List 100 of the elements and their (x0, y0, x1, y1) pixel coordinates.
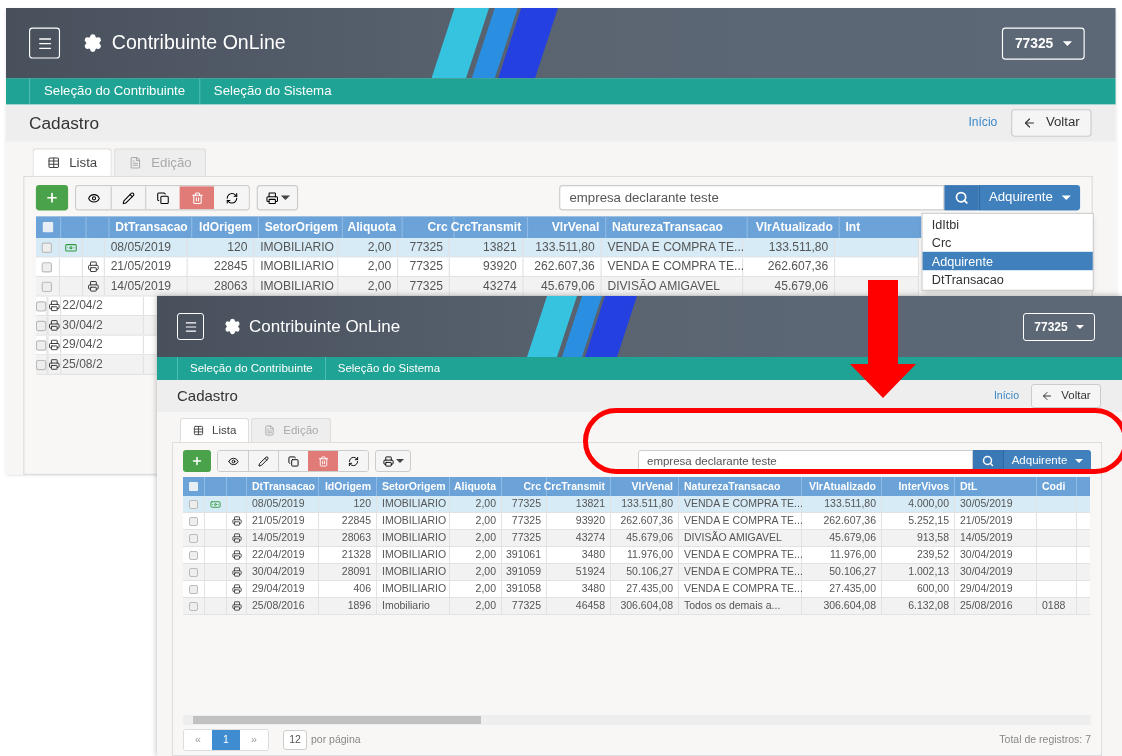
add-button[interactable] (183, 450, 211, 472)
printer-icon[interactable] (231, 601, 242, 611)
tab[interactable]: Lista (180, 418, 250, 442)
menu-item[interactable]: Adquirente (922, 251, 1093, 271)
table-row[interactable]: 29/04/2019 406 IMOBILIARIO 2,00 391058 3480 27.435,00 VENDA E COMPRA TE... 27.435,00 600,00 29/04/2019 (183, 581, 1090, 598)
checkbox[interactable] (35, 300, 47, 311)
menu-item[interactable]: IdItbi (922, 215, 1093, 234)
print-dropdown[interactable] (256, 185, 299, 211)
edit-button[interactable] (110, 186, 146, 210)
field-dropdown[interactable]: Adquirente (1003, 450, 1091, 472)
search-button[interactable] (973, 450, 1003, 472)
printer-icon[interactable] (48, 358, 61, 371)
printer-icon[interactable] (48, 339, 61, 351)
table-cell: 306.604,08 (823, 598, 876, 614)
printer-icon[interactable] (87, 280, 100, 293)
search-button[interactable] (944, 185, 979, 211)
view-button[interactable] (76, 186, 111, 210)
checkbox[interactable] (42, 242, 53, 253)
checkbox[interactable] (189, 550, 198, 560)
copy-button[interactable] (145, 186, 180, 210)
table-row[interactable]: 22/04/2 (35, 296, 157, 317)
plus-icon (45, 190, 59, 205)
back-button[interactable]: Voltar (1011, 109, 1092, 137)
checkbox[interactable] (189, 482, 198, 491)
table-cell: 1896 (347, 598, 371, 614)
table-cell-text: 08/05/2019 (110, 238, 172, 256)
table-cell-text: 21/05/2019 (110, 257, 172, 275)
add-button[interactable] (35, 185, 69, 211)
refresh-button[interactable] (214, 186, 249, 210)
nav-link[interactable]: Seleção do Contribuinte (29, 78, 199, 105)
table-row[interactable]: 08/05/2019 120 IMOBILIARIO 2,00 77325 13821 133.511,80 VENDA E COMPRA TE... 133.511,80 4.000,00 30/05/2019 (183, 496, 1090, 513)
checkbox[interactable] (189, 533, 198, 543)
table-cell: Imobiliario (382, 598, 430, 614)
printer-icon[interactable] (231, 533, 242, 543)
tab[interactable]: Lista (32, 148, 113, 176)
checkbox[interactable] (42, 261, 53, 272)
printer-icon[interactable] (48, 319, 61, 332)
table-cell: 30/05/2019 (960, 496, 1013, 512)
table-row[interactable]: 21/05/2019 22845 IMOBILIARIO 2,00 77325 93920 262.607,36 VENDA E COMPRA TE... 262.607,36 (35, 257, 920, 278)
user-dropdown[interactable]: 77325 (1001, 27, 1085, 60)
field-dropdown[interactable]: Adquirente (978, 185, 1081, 211)
table-row[interactable]: 30/04/2019 28091 IMOBILIARIO 2,00 391059 51924 50.106,27 VENDA E COMPRA TE... 50.106,27 1.002,13 30/04/2019 (183, 564, 1090, 581)
next-page-button[interactable]: » (240, 730, 268, 750)
tab[interactable]: Edição (251, 418, 332, 442)
gear-icon (83, 33, 103, 53)
printer-icon[interactable] (48, 300, 61, 312)
checkbox[interactable] (189, 499, 198, 509)
menu-item[interactable]: DtTransacao (922, 270, 1093, 289)
printer-icon[interactable] (231, 516, 242, 526)
nav-link[interactable]: Seleção do Sistema (198, 78, 346, 105)
table-row[interactable]: 25/08/2 (35, 355, 157, 375)
table-row[interactable]: 29/04/2 (35, 335, 157, 356)
table-cell: VENDA E COMPRA TE... (684, 581, 803, 597)
menu-button[interactable] (177, 313, 204, 340)
table-row[interactable]: 21/05/2019 22845 IMOBILIARIO 2,00 77325 93920 262.607,36 VENDA E COMPRA TE... 262.607,36 5.252,15 21/05/2019 (183, 513, 1090, 530)
tab[interactable]: Edição (114, 148, 207, 176)
printer-icon[interactable] (87, 261, 100, 273)
table-cell-text: 77325 (409, 277, 443, 295)
horizontal-scrollbar[interactable] (183, 715, 1091, 725)
table-cell: 391059 (505, 564, 541, 580)
table-cell-text: IMOBILIARIO (260, 238, 334, 256)
table-row[interactable]: 08/05/2019 120 IMOBILIARIO 2,00 77325 13821 133.511,80 VENDA E COMPRA TE... 133.511,80 (35, 238, 920, 258)
table-cell: 51924 (575, 564, 605, 580)
table-cell: 14/05/2019 (252, 530, 305, 546)
table-row[interactable]: 14/05/2019 28063 IMOBILIARIO 2,00 77325 43274 45.679,06 DIVISÃO AMIGAVEL 45.679,06 913,58 14/05/2019 (183, 530, 1090, 547)
printer-icon[interactable] (231, 584, 242, 594)
table-cell: 25/08/2016 (252, 598, 305, 614)
checkbox[interactable] (35, 359, 47, 370)
scrollbar-thumb[interactable] (193, 716, 481, 724)
printer-icon[interactable] (231, 567, 242, 577)
checkbox[interactable] (189, 567, 198, 577)
table-row[interactable]: 14/05/2019 28063 IMOBILIARIO 2,00 77325 43274 45.679,06 DIVISÃO AMIGAVEL 45.679,06 (35, 277, 920, 297)
breadcrumb-link[interactable]: Início (993, 388, 1019, 404)
page-button[interactable]: 1 (212, 730, 240, 750)
checkbox[interactable] (189, 601, 198, 611)
table-cell: IMOBILIARIO (382, 513, 447, 529)
print-dropdown[interactable] (375, 450, 411, 472)
checkbox[interactable] (189, 516, 198, 526)
table-cell: IMOBILIARIO (382, 581, 447, 597)
printer-icon[interactable] (231, 550, 242, 560)
table-cell: 45.679,06 (626, 530, 673, 546)
table-row[interactable]: 30/04/2 (35, 316, 157, 336)
table-cell: 43274 (575, 530, 605, 546)
table-cell: 21328 (341, 547, 371, 563)
table-row[interactable]: 25/08/2016 1896 Imobiliario 2,00 77325 46458 306.604,08 Todos os demais a... 306.604,08 6.132,08 25/08/2016 0188 (183, 598, 1090, 615)
previous-page-button[interactable]: « (184, 730, 212, 750)
eye-icon (227, 455, 239, 467)
back-button[interactable]: Voltar (1031, 384, 1101, 408)
checkbox[interactable] (189, 584, 198, 594)
search-field[interactable]: empresa declarante teste (638, 450, 973, 472)
menu-item[interactable]: Crc (922, 233, 1093, 252)
checkbox[interactable] (42, 281, 53, 292)
breadcrumb-link[interactable]: Início (968, 113, 998, 133)
search-field[interactable]: empresa declarante teste (559, 185, 945, 211)
user-dropdown[interactable]: 77325 (1023, 312, 1095, 341)
checkbox[interactable] (42, 221, 54, 233)
checkbox[interactable] (35, 320, 47, 331)
table-row[interactable]: 22/04/2019 21328 IMOBILIARIO 2,00 391061 3480 11.976,00 VENDA E COMPRA TE... 11.976,00 239,52 30/04/2019 (183, 547, 1090, 564)
page-size-field[interactable]: 12 (283, 730, 307, 750)
checkbox[interactable] (35, 339, 47, 351)
